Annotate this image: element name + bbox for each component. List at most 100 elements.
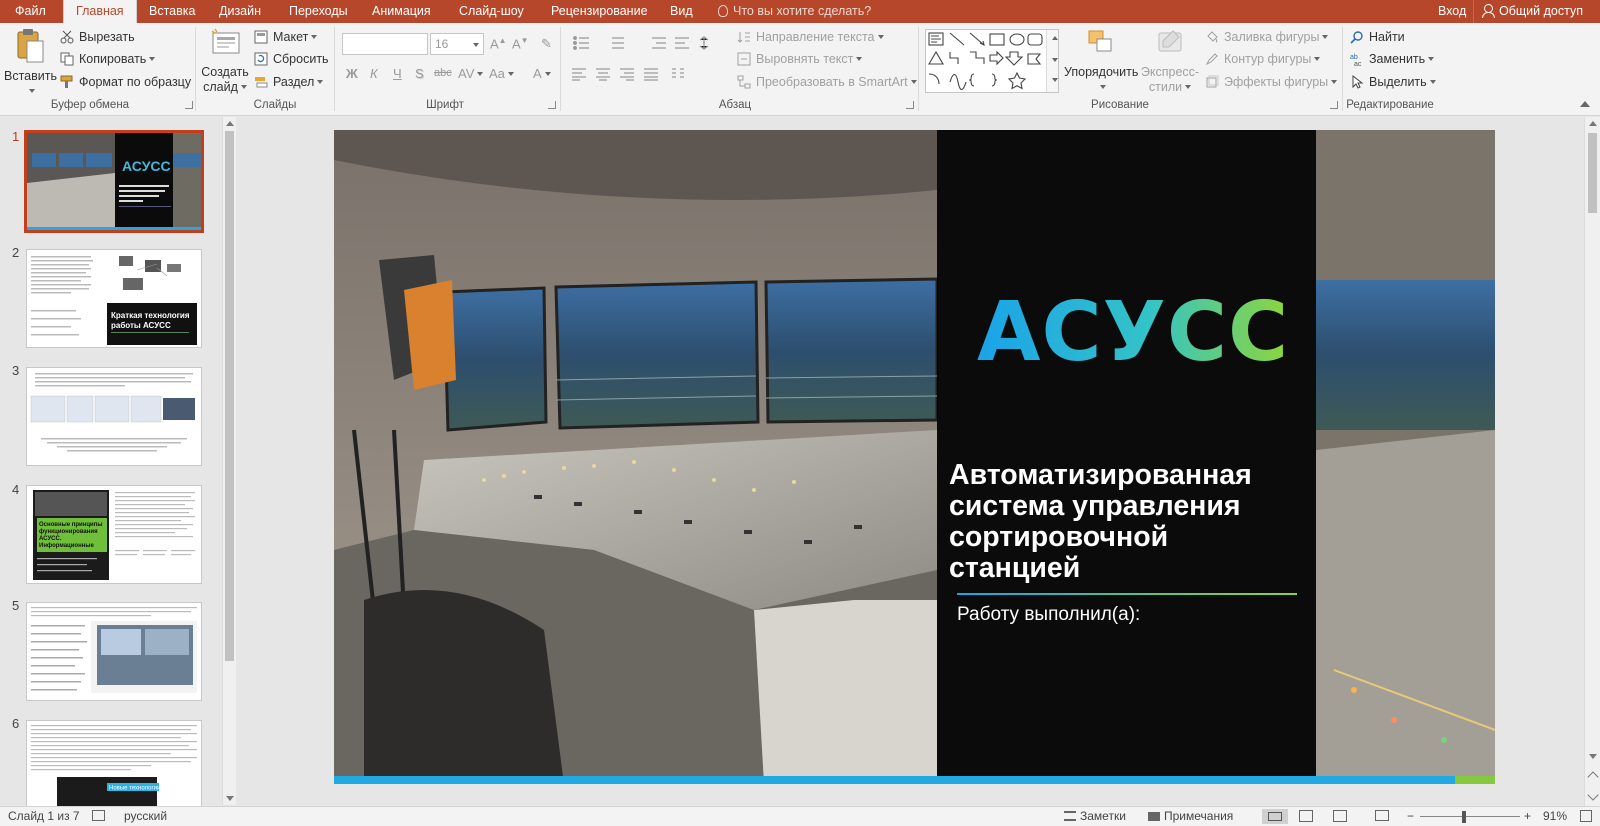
reset-icon	[254, 52, 268, 66]
paragraph-group-label: Абзац	[718, 99, 752, 111]
new-slide-button[interactable]: Создать слайд	[200, 27, 250, 95]
sign-in-link[interactable]: Вход	[1438, 0, 1466, 22]
scroll-down-icon[interactable]	[1589, 754, 1597, 759]
spell-check-icon[interactable]	[92, 810, 105, 821]
chevron-down-icon	[473, 43, 479, 47]
more-icon[interactable]	[1052, 78, 1058, 82]
tab-home[interactable]: Главная	[63, 0, 137, 23]
normal-view-button[interactable]	[1262, 809, 1288, 824]
font-size-combo[interactable]: 16	[430, 33, 484, 55]
next-slide-icon[interactable]	[1587, 789, 1599, 801]
layout-icon	[254, 30, 268, 44]
tab-slideshow[interactable]: Слайд-шоу	[455, 0, 528, 23]
strikethrough-button[interactable]: abc	[434, 67, 452, 79]
gallery-scroll[interactable]	[1046, 30, 1058, 92]
bold-button[interactable]: Ж	[346, 66, 358, 81]
slide-thumbnail-1[interactable]: АСУСС	[24, 130, 204, 233]
slide-title[interactable]: АСУСС	[977, 288, 1289, 378]
notes-button[interactable]: Заметки	[1064, 807, 1126, 826]
zoom-out-button[interactable]: −	[1407, 807, 1414, 826]
chevron-down-icon	[1314, 57, 1321, 61]
slide-thumbnail-4[interactable]: Основные принципы функционирования АСУСС…	[26, 485, 202, 584]
scroll-thumb[interactable]	[225, 131, 234, 661]
quick-styles-button[interactable]: Экспресс- стили	[1138, 27, 1202, 95]
section-button[interactable]: Раздел	[254, 74, 324, 90]
tell-me-box[interactable]: Что вы хотите сделать?	[718, 0, 871, 23]
tab-review[interactable]: Рецензирование	[547, 0, 652, 23]
editor-scrollbar[interactable]	[1584, 117, 1600, 807]
shapes-gallery-icons	[928, 32, 1043, 91]
shape-fill-button[interactable]: Заливка фигуры	[1205, 29, 1329, 45]
tab-animations[interactable]: Анимация	[368, 0, 435, 23]
paste-button[interactable]: Вставить	[4, 27, 57, 99]
replace-label: Заменить	[1369, 52, 1426, 66]
comments-button[interactable]: Примечания	[1148, 807, 1233, 826]
slide-thumbnail-6[interactable]: Новые технологии АСУСС	[26, 720, 202, 807]
arrange-button[interactable]: Упорядочить	[1064, 27, 1138, 95]
dialog-launcher-icon[interactable]	[185, 101, 193, 109]
shape-outline-button[interactable]: Контур фигуры	[1205, 51, 1321, 67]
list-buttons[interactable]	[572, 35, 722, 51]
slide-sorter-icon[interactable]	[1299, 810, 1313, 822]
slide-thumbnail-2[interactable]: Краткая технология работы АСУСС	[26, 249, 202, 348]
clear-formatting-icon[interactable]: ✎	[541, 36, 552, 52]
zoom-level[interactable]: 91%	[1543, 807, 1567, 826]
shapes-gallery[interactable]	[925, 29, 1059, 93]
char-spacing-button[interactable]: AV	[458, 66, 484, 81]
change-case-button[interactable]: Aa	[489, 66, 514, 81]
align-text-button[interactable]: Выровнять текст	[737, 51, 863, 67]
slide-thumbnail-3[interactable]	[26, 367, 202, 466]
shrink-font-button[interactable]: A▼	[512, 36, 529, 51]
reading-view-icon[interactable]	[1333, 810, 1347, 822]
svg-text:ac: ac	[1354, 61, 1362, 66]
reset-button[interactable]: Сбросить	[254, 51, 329, 67]
grow-font-button[interactable]: A▲	[490, 36, 507, 51]
italic-button[interactable]: К	[370, 66, 378, 81]
alignment-buttons[interactable]	[572, 67, 692, 81]
scroll-up-icon[interactable]	[226, 121, 234, 126]
zoom-in-button[interactable]: +	[1524, 807, 1531, 826]
select-button[interactable]: Выделить	[1350, 74, 1436, 90]
tab-design[interactable]: Дизайн	[215, 0, 265, 23]
scroll-down-icon[interactable]	[226, 796, 234, 801]
zoom-slider-track[interactable]	[1420, 816, 1520, 817]
cut-button[interactable]: Вырезать	[60, 29, 135, 45]
previous-slide-icon[interactable]	[1587, 771, 1599, 783]
chevron-up-icon[interactable]	[1052, 36, 1058, 40]
replace-button[interactable]: ab ac Заменить	[1350, 51, 1435, 67]
comments-label: Примечания	[1164, 809, 1234, 823]
collapse-ribbon-icon[interactable]	[1580, 101, 1590, 107]
chevron-down-icon[interactable]	[1052, 58, 1058, 62]
copy-button[interactable]: Копировать	[60, 51, 156, 67]
underline-button[interactable]: Ч	[393, 66, 402, 81]
scroll-up-icon[interactable]	[1589, 121, 1597, 126]
tab-transitions[interactable]: Переходы	[285, 0, 352, 23]
tab-insert[interactable]: Вставка	[145, 0, 199, 23]
current-slide[interactable]: АСУСС Автоматизированная система управле…	[334, 130, 1495, 784]
zoom-slider-thumb[interactable]	[1462, 811, 1466, 823]
format-painter-button[interactable]: Формат по образцу	[60, 74, 191, 90]
dialog-launcher-icon[interactable]	[1330, 101, 1338, 109]
shadow-button[interactable]: S	[415, 66, 424, 81]
thumbnails-scrollbar[interactable]	[222, 117, 236, 805]
share-button[interactable]: Общий доступ	[1473, 0, 1583, 23]
language-indicator[interactable]: русский	[124, 807, 167, 826]
text-direction-button[interactable]: Направление текста	[737, 29, 884, 45]
smartart-button[interactable]: Преобразовать в SmartArt	[737, 74, 917, 90]
chevron-down-icon[interactable]	[28, 89, 35, 93]
shape-effects-button[interactable]: Эффекты фигуры	[1205, 74, 1338, 90]
font-color-button[interactable]: A	[533, 66, 551, 81]
font-name-combo[interactable]	[342, 33, 428, 55]
fit-to-window-icon[interactable]	[1580, 810, 1592, 822]
dialog-launcher-icon[interactable]	[906, 101, 914, 109]
find-button[interactable]: Найти	[1350, 29, 1405, 45]
slideshow-icon[interactable]	[1375, 810, 1389, 821]
tab-file[interactable]: Файл	[11, 0, 50, 23]
slide-author-text[interactable]: Работу выполнил(а):	[957, 604, 1140, 626]
slide-subtitle[interactable]: Автоматизированная система управления со…	[949, 460, 1309, 584]
slide-thumbnail-5[interactable]	[26, 602, 202, 701]
layout-button[interactable]: Макет	[254, 29, 318, 45]
tab-view[interactable]: Вид	[666, 0, 697, 23]
scroll-thumb[interactable]	[1588, 133, 1597, 213]
dialog-launcher-icon[interactable]	[548, 101, 556, 109]
